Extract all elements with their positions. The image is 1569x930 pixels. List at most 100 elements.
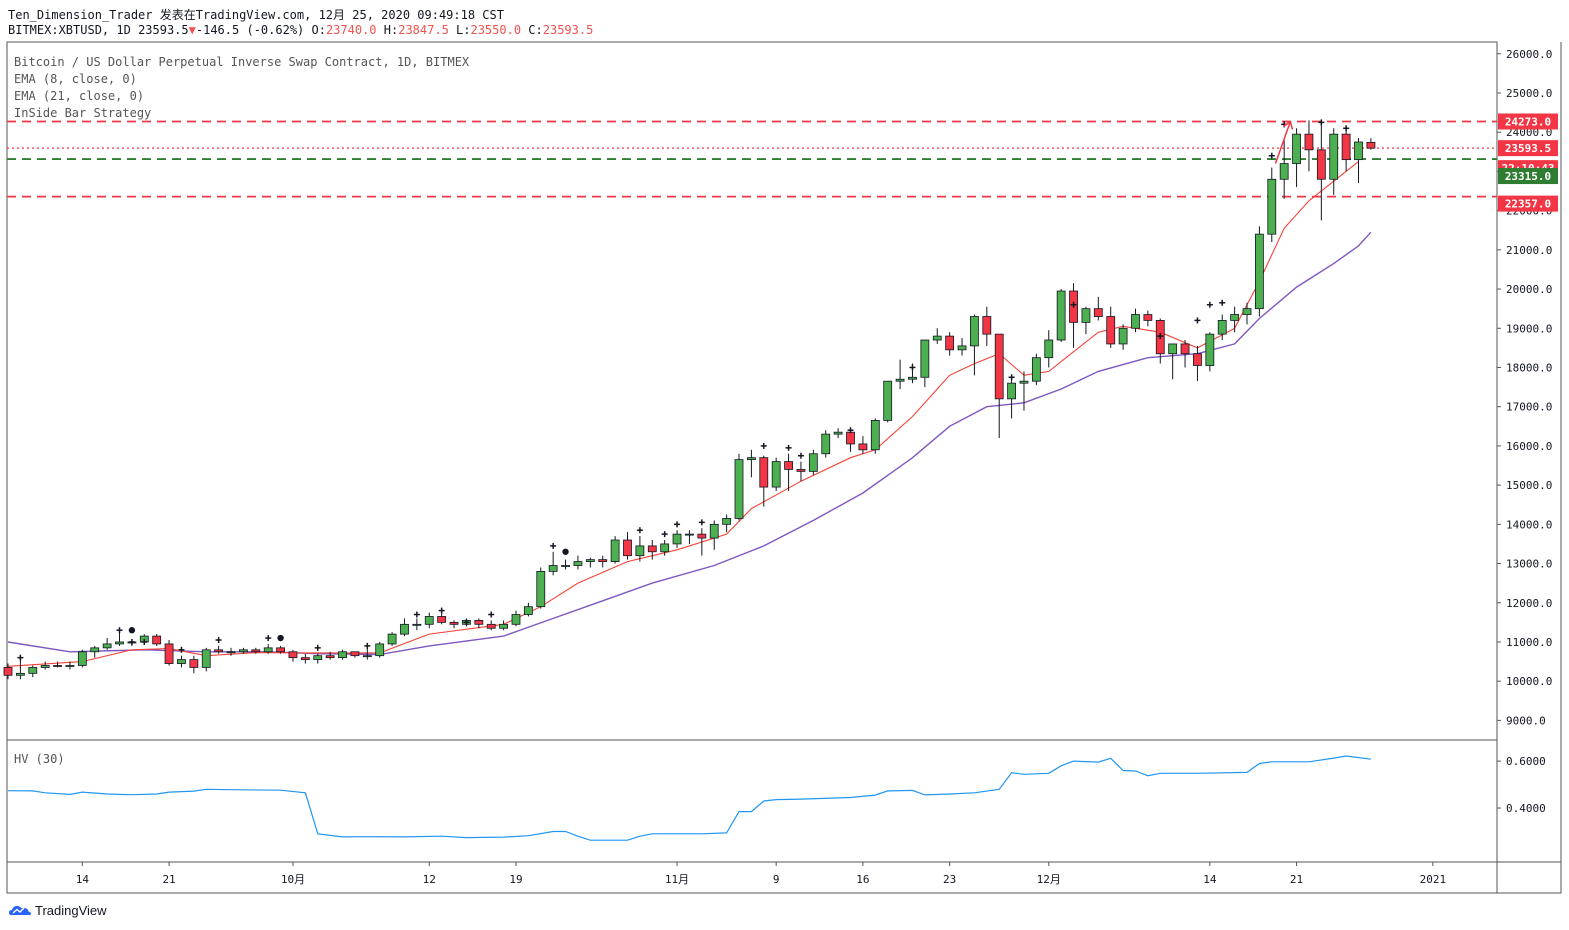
candle-down[interactable] — [437, 612, 447, 625]
candle-up[interactable] — [40, 661, 50, 670]
inside-bar-plus-marker — [17, 654, 24, 661]
candle-up[interactable] — [1019, 371, 1029, 411]
hv-legend[interactable]: HV (30) — [14, 752, 65, 766]
candle-down[interactable] — [350, 651, 360, 658]
candle-up[interactable] — [1081, 306, 1091, 335]
candle-up[interactable] — [734, 453, 744, 521]
ema8-legend[interactable]: EMA (8, close, 0) — [14, 72, 137, 86]
candle-up[interactable] — [201, 647, 211, 672]
candle-up[interactable] — [1230, 306, 1240, 333]
candle-down[interactable] — [1193, 345, 1202, 382]
candle-down[interactable] — [982, 306, 992, 346]
candle-up[interactable] — [28, 665, 38, 678]
strategy-legend[interactable]: InSide Bar Strategy — [14, 106, 151, 120]
candle-down[interactable] — [1304, 120, 1314, 172]
candle-up[interactable] — [338, 649, 347, 660]
candle-up[interactable] — [1007, 379, 1016, 419]
candle-up[interactable] — [561, 559, 570, 570]
candle-up[interactable] — [1267, 167, 1277, 242]
candle-up[interactable] — [387, 632, 397, 646]
candle-up[interactable] — [499, 620, 509, 631]
candle-up[interactable] — [920, 339, 930, 388]
candle-up[interactable] — [548, 551, 558, 576]
brand-name: TradingView — [35, 902, 107, 918]
candle-up[interactable] — [400, 618, 409, 637]
candle-down[interactable] — [1106, 306, 1116, 348]
candle-up[interactable] — [511, 610, 521, 627]
candle-up[interactable] — [1031, 353, 1041, 386]
candle-up[interactable] — [375, 641, 385, 658]
candle-down[interactable] — [1069, 283, 1078, 348]
candle-down[interactable] — [1180, 340, 1190, 368]
candle-up[interactable] — [523, 602, 533, 617]
inside-bar-plus-marker — [661, 531, 668, 538]
candle-up[interactable] — [177, 655, 186, 668]
candle-up[interactable] — [1044, 330, 1054, 368]
candle-down[interactable] — [784, 453, 793, 491]
tradingview-brand[interactable]: TradingView — [8, 902, 107, 918]
candle-up[interactable] — [424, 612, 434, 629]
candle-up[interactable] — [833, 428, 843, 439]
candle-up[interactable] — [1292, 128, 1301, 188]
candle-body — [1007, 382, 1016, 400]
candle-up[interactable] — [1254, 226, 1264, 317]
candle-body — [685, 533, 694, 536]
candle-up[interactable] — [585, 557, 595, 568]
candle-down[interactable] — [994, 333, 1004, 439]
candle-down[interactable] — [796, 461, 806, 482]
candle-up[interactable] — [883, 380, 893, 423]
candle-down[interactable] — [189, 655, 199, 674]
candle-down[interactable] — [759, 455, 769, 507]
candle-up[interactable] — [932, 328, 942, 344]
candle-down[interactable] — [288, 649, 298, 662]
candle-up[interactable] — [412, 618, 422, 631]
candle-down[interactable] — [1366, 138, 1376, 150]
candle-down[interactable] — [1093, 296, 1103, 321]
candle-down[interactable] — [945, 332, 955, 356]
candle-up[interactable] — [672, 530, 682, 548]
candle-down[interactable] — [1341, 128, 1351, 172]
candle-up[interactable] — [771, 457, 781, 491]
candle-down[interactable] — [1316, 124, 1326, 221]
candle-up[interactable] — [747, 449, 756, 478]
candle-body — [412, 623, 422, 626]
candle-up[interactable] — [77, 649, 87, 668]
candle-up[interactable] — [821, 430, 831, 458]
candle-down[interactable] — [214, 645, 224, 654]
candle-down[interactable] — [449, 620, 459, 629]
candle-up[interactable] — [313, 653, 323, 664]
candle-up[interactable] — [970, 314, 979, 376]
candle-up[interactable] — [1131, 308, 1140, 333]
candle-up[interactable] — [1056, 289, 1066, 342]
candle-down[interactable] — [623, 532, 632, 560]
candle-up[interactable] — [1354, 138, 1363, 184]
candle-down[interactable] — [1143, 310, 1153, 327]
candle-up[interactable] — [573, 555, 583, 570]
price-chart[interactable]: 9000.0 10000.0 11000.0 12000.0 13000.0 14000.… — [0, 0, 1569, 930]
candle-up[interactable] — [90, 645, 100, 658]
candle-up[interactable] — [1242, 302, 1252, 325]
candle-up[interactable] — [1205, 332, 1215, 372]
candle-down[interactable] — [486, 620, 496, 631]
candle-down[interactable] — [164, 640, 174, 666]
candle-up[interactable] — [709, 520, 719, 550]
candle-down[interactable] — [300, 653, 310, 664]
candle-up[interactable] — [808, 449, 818, 476]
candle-up[interactable] — [102, 638, 112, 650]
candle-down[interactable] — [858, 436, 868, 454]
candle-up[interactable] — [1168, 343, 1178, 380]
candle-up[interactable] — [895, 359, 905, 390]
candle-up[interactable] — [722, 514, 732, 533]
candle-down[interactable] — [697, 528, 707, 556]
ema21-legend[interactable]: EMA (21, close, 0) — [14, 89, 144, 103]
candle-up[interactable] — [1329, 128, 1339, 195]
candle-down[interactable] — [152, 634, 162, 646]
candle-up[interactable] — [536, 567, 546, 609]
candle-up[interactable] — [685, 530, 694, 544]
candle-up[interactable] — [957, 338, 967, 356]
candle-up[interactable] — [870, 418, 880, 454]
candle-down[interactable] — [598, 555, 608, 568]
candle-up[interactable] — [1118, 324, 1128, 350]
inside-bar-plus-marker — [1268, 152, 1275, 159]
candle-up[interactable] — [610, 536, 620, 564]
